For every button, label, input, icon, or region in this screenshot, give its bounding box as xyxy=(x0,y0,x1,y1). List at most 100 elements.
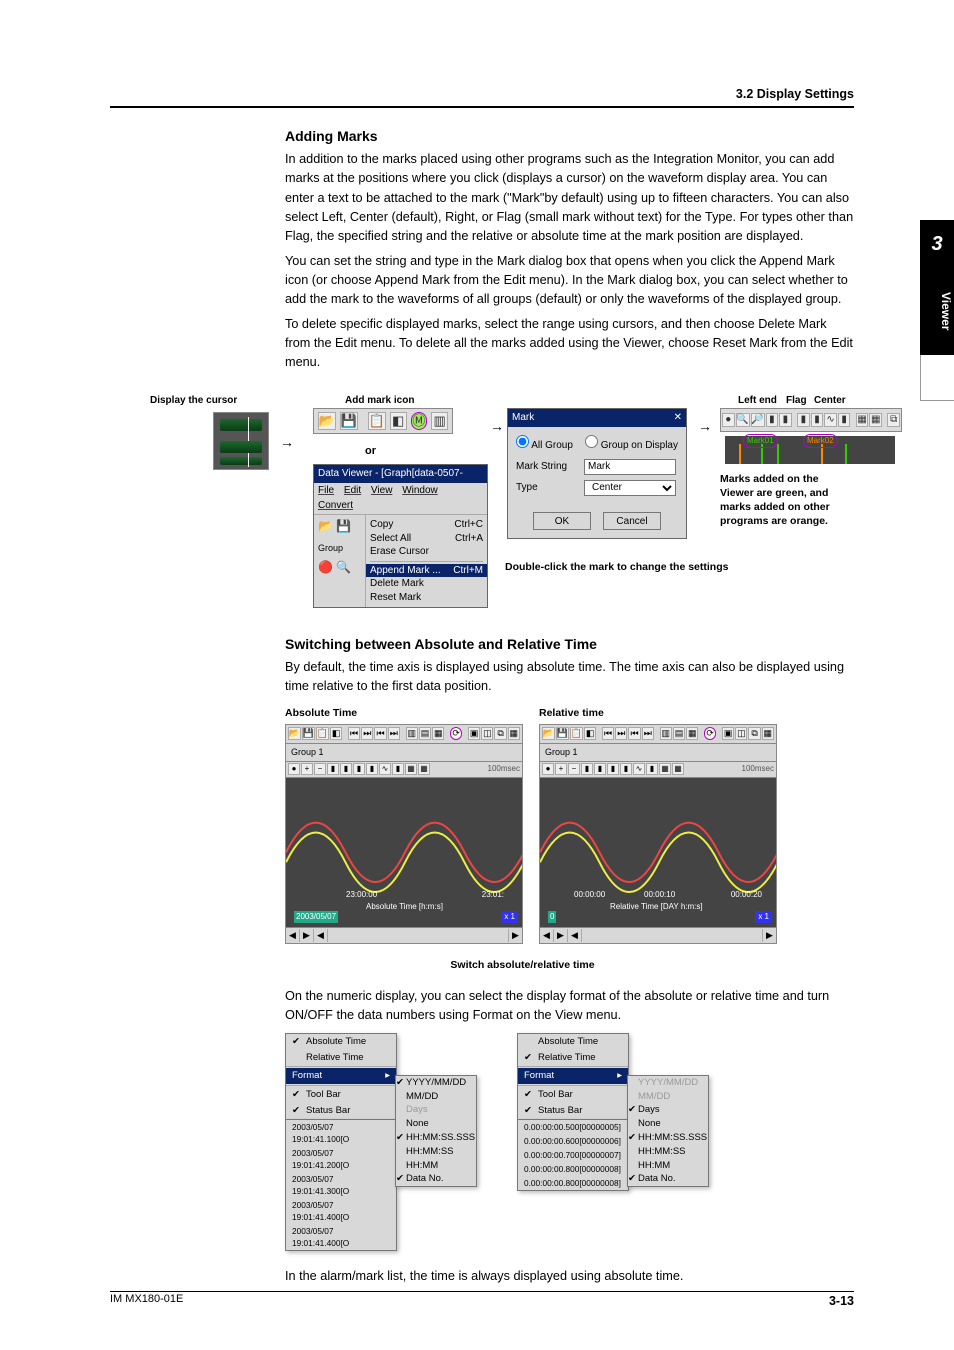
menu-file[interactable]: File xyxy=(318,484,334,499)
menu-edit[interactable]: Edit xyxy=(344,484,361,499)
view-icon[interactable]: ▦ xyxy=(686,727,698,740)
view-icon[interactable]: ▦ xyxy=(432,727,444,740)
zoom-out-icon[interactable]: − xyxy=(568,763,580,775)
open-icon[interactable]: 📂 xyxy=(542,727,555,740)
save-icon[interactable]: 💾 xyxy=(556,727,569,740)
menu-view[interactable]: View xyxy=(371,484,393,499)
submenu-item[interactable]: HH:MM:SS xyxy=(628,1145,708,1159)
group-tab[interactable]: Group 1 xyxy=(285,744,523,762)
copy-icon[interactable]: 📋 xyxy=(316,727,329,740)
grid-icon[interactable]: ▦ xyxy=(856,413,869,427)
time-mode-icon[interactable]: ⟳ xyxy=(450,727,462,740)
view-icon[interactable]: ▥ xyxy=(406,727,418,740)
record-icon[interactable]: ● xyxy=(288,763,300,775)
submenu-item[interactable]: HH:MM xyxy=(628,1159,708,1173)
bar-icon[interactable]: ▮ xyxy=(779,413,792,427)
submenu-item[interactable]: ✔HH:MM:SS.SSS xyxy=(396,1131,476,1145)
append-mark-icon[interactable]: Ⓜ xyxy=(411,412,428,430)
grid-icon[interactable]: ▦ xyxy=(405,763,417,775)
zoom-out-icon[interactable]: − xyxy=(314,763,326,775)
menu-item-copy[interactable]: CopyCtrl+C xyxy=(370,518,483,532)
auto-icon[interactable]: ◧ xyxy=(390,412,407,430)
menu-item-absolute-time[interactable]: Absolute Time xyxy=(518,1034,628,1050)
submenu-item[interactable]: None xyxy=(628,1117,708,1131)
window-icon[interactable]: ⧉ xyxy=(748,727,760,740)
view-icon[interactable]: ▥ xyxy=(660,727,672,740)
window-icon[interactable]: ▦ xyxy=(508,727,520,740)
bar-icon[interactable]: ▮ xyxy=(340,763,352,775)
nav-icon[interactable]: ⏮ xyxy=(348,727,360,740)
nav-icon[interactable]: ⏭ xyxy=(615,727,627,740)
menu-item-format[interactable]: Format▸ xyxy=(518,1068,628,1084)
window-icon[interactable]: ⧉ xyxy=(494,727,506,740)
nav-icon[interactable]: ⏮ xyxy=(628,727,640,740)
menu-window[interactable]: Window xyxy=(402,484,438,499)
bar-icon[interactable]: ▮ xyxy=(594,763,606,775)
copy-icon[interactable]: 📋 xyxy=(570,727,583,740)
submenu-item[interactable]: HH:MM xyxy=(396,1159,476,1173)
bar-icon[interactable]: ▮ xyxy=(646,763,658,775)
grid-icon[interactable]: ▥ xyxy=(431,412,448,430)
bar-icon[interactable]: ▮ xyxy=(392,763,404,775)
scrollbar[interactable]: ◀▶ ◀▶ xyxy=(539,928,777,944)
open-icon[interactable]: 📂 xyxy=(288,727,301,740)
bar-icon[interactable]: ▮ xyxy=(366,763,378,775)
bar-icon[interactable]: ▮ xyxy=(327,763,339,775)
nav-icon[interactable]: ⏭ xyxy=(388,727,400,740)
nav-icon[interactable]: ⏭ xyxy=(642,727,654,740)
bar-icon[interactable]: ▮ xyxy=(797,413,810,427)
submenu-item[interactable]: None xyxy=(396,1117,476,1131)
menu-item-toolbar[interactable]: ✔Tool Bar xyxy=(518,1087,628,1103)
grid-icon[interactable]: ▦ xyxy=(869,413,882,427)
menu-item-format[interactable]: Format▸ xyxy=(286,1068,396,1084)
bar-icon[interactable]: ▮ xyxy=(607,763,619,775)
menu-item-append-mark[interactable]: Append Mark ...Ctrl+M xyxy=(366,564,487,578)
close-icon[interactable]: ✕ xyxy=(674,411,682,426)
nav-icon[interactable]: ⏭ xyxy=(361,727,373,740)
grid-icon[interactable]: ▦ xyxy=(672,763,684,775)
submenu-item[interactable]: HH:MM:SS xyxy=(396,1145,476,1159)
ok-button[interactable]: OK xyxy=(533,512,591,530)
zoom-out-icon[interactable]: 🔎 xyxy=(751,413,765,427)
radio-group-on-display[interactable]: Group on Display xyxy=(585,435,678,456)
window-icon[interactable]: ◫ xyxy=(735,727,747,740)
group-tab[interactable]: Group 1 xyxy=(539,744,777,762)
submenu-item[interactable]: ✔Data No. xyxy=(628,1172,708,1186)
view-icon[interactable]: ▤ xyxy=(673,727,685,740)
menu-item-statusbar[interactable]: ✔Status Bar xyxy=(286,1103,396,1119)
auto-icon[interactable]: ◧ xyxy=(330,727,342,740)
menu-item-relative-time[interactable]: ✔Relative Time xyxy=(518,1050,628,1066)
zoom-in-icon[interactable]: + xyxy=(555,763,567,775)
nav-icon[interactable]: ⏮ xyxy=(374,727,386,740)
window-icon[interactable]: ◫ xyxy=(481,727,493,740)
submenu-item[interactable]: ✔Data No. xyxy=(396,1172,476,1186)
zoom-in-icon[interactable]: + xyxy=(301,763,313,775)
bar-icon[interactable]: ▮ xyxy=(620,763,632,775)
record-icon[interactable]: ● xyxy=(722,413,735,427)
menu-item-reset-mark[interactable]: Reset Mark xyxy=(370,591,483,605)
record-icon[interactable]: ● xyxy=(542,763,554,775)
menu-convert[interactable]: Convert xyxy=(318,499,353,514)
type-select[interactable]: Center xyxy=(584,480,676,496)
nav-icon[interactable]: ⏮ xyxy=(602,727,614,740)
menu-item-select-all[interactable]: Select AllCtrl+A xyxy=(370,532,483,546)
bar-icon[interactable]: ▮ xyxy=(353,763,365,775)
bar-icon[interactable]: ▮ xyxy=(811,413,824,427)
auto-icon[interactable]: ◧ xyxy=(584,727,596,740)
menu-item-erase-cursor[interactable]: Erase Cursor xyxy=(370,545,483,559)
save-icon[interactable]: 💾 xyxy=(340,412,358,430)
mark-string-input[interactable] xyxy=(584,459,676,475)
zoom-in-icon[interactable]: 🔍 xyxy=(736,413,750,427)
bar-icon[interactable]: ▮ xyxy=(766,413,779,427)
grid-icon[interactable]: ▦ xyxy=(659,763,671,775)
menu-item-relative-time[interactable]: Relative Time xyxy=(286,1050,396,1066)
time-mode-icon[interactable]: ⟳ xyxy=(704,727,716,740)
radio-all-group[interactable]: All Group xyxy=(516,435,573,456)
view-icon[interactable]: ▤ xyxy=(419,727,431,740)
label-icon[interactable]: ⧉ xyxy=(887,413,900,427)
scrollbar[interactable]: ◀▶ ◀▶ xyxy=(285,928,523,944)
submenu-item[interactable]: MM/DD xyxy=(396,1090,476,1104)
submenu-item[interactable]: ✔HH:MM:SS.SSS xyxy=(628,1131,708,1145)
window-icon[interactable]: ▣ xyxy=(468,727,480,740)
menu-item-absolute-time[interactable]: ✔Absolute Time xyxy=(286,1034,396,1050)
